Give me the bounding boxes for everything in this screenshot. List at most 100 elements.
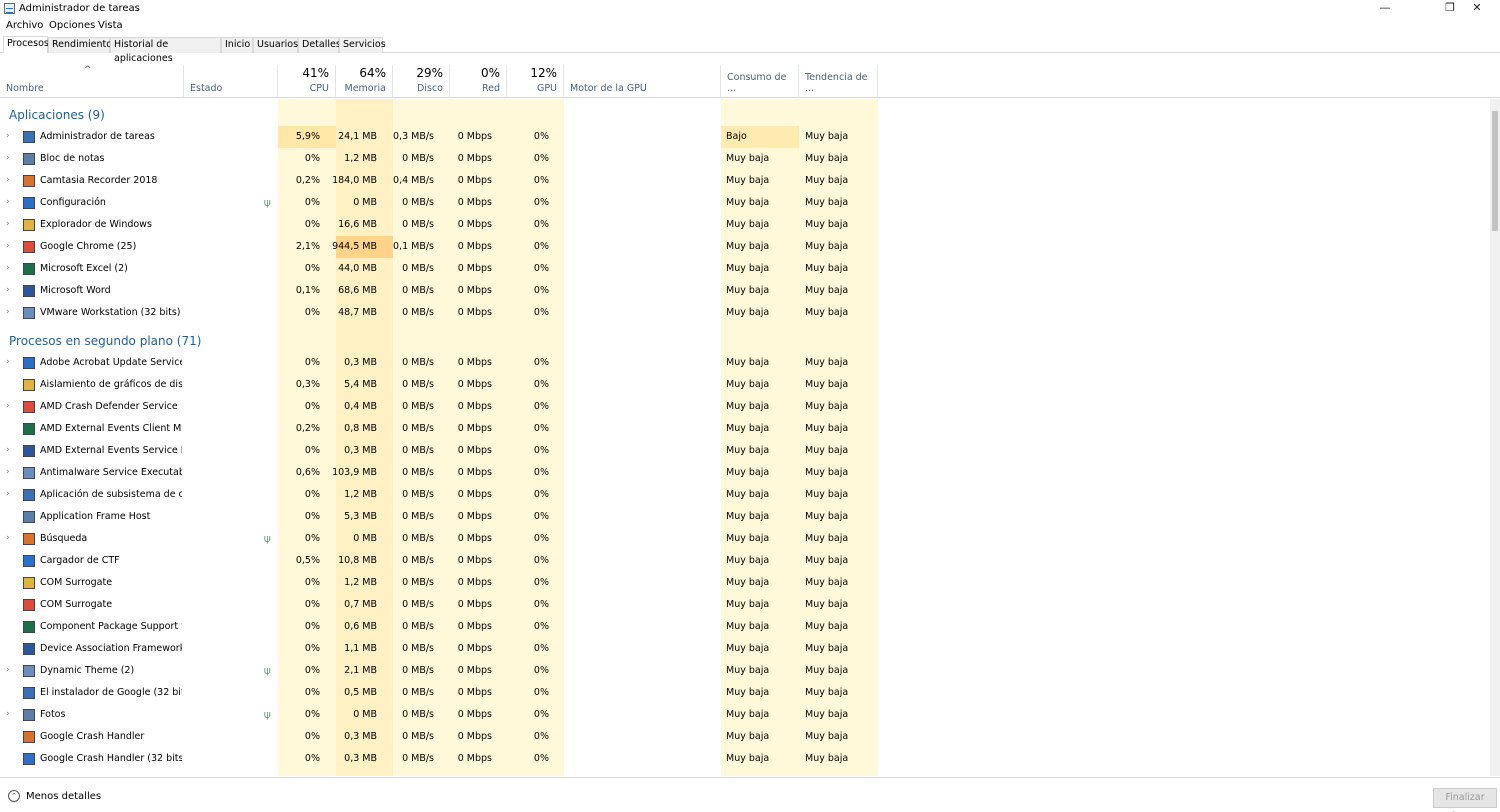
process-row[interactable]: Aislamiento de gráficos de disp... 0,3% 5,… <box>0 374 1490 396</box>
process-row[interactable]: Component Package Support S... 0% 0,6 MB 0 … <box>0 616 1490 638</box>
process-row[interactable]: › Búsqueda ⍦ 0% 0 MB 0 MB/s 0 Mbps 0% Muy baja Mu… <box>0 528 1490 550</box>
process-row[interactable]: › Microsoft Excel (2) 0% 44,0 MB 0 MB/s 0 Mbp… <box>0 258 1490 280</box>
expand-chevron-icon[interactable]: › <box>6 175 10 185</box>
power-trend-value: Muy baja <box>805 307 849 318</box>
disk-value: 0 MB/s <box>402 753 434 764</box>
cpu-value: 0% <box>304 599 320 610</box>
expand-chevron-icon[interactable]: › <box>6 241 10 251</box>
gpu-value: 0% <box>533 401 549 412</box>
process-row[interactable]: AMD External Events Client Mo... 0,2% 0,8 … <box>0 418 1490 440</box>
tab-procesos[interactable]: Procesos <box>3 36 49 53</box>
process-row[interactable]: › Antimalware Service Executable 0,6% 103,9… <box>0 462 1490 484</box>
expand-chevron-icon[interactable]: › <box>6 153 10 163</box>
process-row[interactable]: Application Frame Host 0% 5,3 MB 0 MB/s 0 Mb… <box>0 506 1490 528</box>
process-row[interactable]: › Aplicación de subsistema de cola 0% 1,2 M… <box>0 484 1490 506</box>
process-name: Google Crash Handler <box>40 731 145 742</box>
process-row[interactable]: › Camtasia Recorder 2018 0,2% 184,0 MB 0,4 M… <box>0 170 1490 192</box>
power-value: Bajo <box>726 131 747 142</box>
header-cpu[interactable]: 41% CPU <box>278 65 336 98</box>
expand-chevron-icon[interactable]: › <box>6 709 10 719</box>
memory-value: 0,4 MB <box>344 401 377 412</box>
menu-vista[interactable]: Vista <box>98 20 123 31</box>
gpu-value: 0% <box>533 307 549 318</box>
minimize-button[interactable]: — <box>1362 0 1408 18</box>
expand-chevron-icon[interactable]: › <box>6 307 10 317</box>
process-row[interactable]: El instalador de Google (32 bits) 0% 0,5 M… <box>0 682 1490 704</box>
expand-chevron-icon[interactable]: › <box>6 357 10 367</box>
process-row[interactable]: › Microsoft Word 0,1% 68,6 MB 0 MB/s 0 Mbps 0%… <box>0 280 1490 302</box>
end-task-button[interactable]: Finalizar tarea <box>1433 788 1497 812</box>
header-power[interactable]: Consumo de ... <box>721 65 799 98</box>
close-button[interactable]: ✕ <box>1454 0 1500 18</box>
expand-chevron-icon[interactable]: › <box>6 489 10 499</box>
header-nombre[interactable]: Nombre <box>0 65 184 98</box>
expand-chevron-icon[interactable]: › <box>6 467 10 477</box>
tab-historial[interactable]: Historial de aplicaciones <box>110 37 221 64</box>
expand-chevron-icon[interactable]: › <box>6 131 10 141</box>
process-icon <box>23 379 35 391</box>
expand-chevron-icon[interactable]: › <box>6 533 10 543</box>
process-row[interactable]: › Explorador de Windows 0% 16,6 MB 0 MB/s 0 M… <box>0 214 1490 236</box>
disk-value: 0 MB/s <box>402 307 434 318</box>
tab-usuarios[interactable]: Usuarios <box>253 37 298 53</box>
process-row[interactable]: › Google Chrome (25) 2,1% 944,5 MB 0,1 MB/s 0… <box>0 236 1490 258</box>
disk-value: 0 MB/s <box>402 423 434 434</box>
scrollbar-thumb[interactable] <box>1492 111 1498 231</box>
expand-chevron-icon[interactable]: › <box>6 665 10 675</box>
process-row[interactable]: › VMware Workstation (32 bits) (2) 0% 48,7 … <box>0 302 1490 324</box>
group-aplicaciones[interactable]: Aplicaciones (9) <box>9 108 105 122</box>
tab-detalles[interactable]: Detalles <box>298 37 341 53</box>
process-row[interactable]: Device Association Framework ... 0% 1,1 MB… <box>0 638 1490 660</box>
gpu-value: 0% <box>533 665 549 676</box>
gpu-value: 0% <box>533 445 549 456</box>
header-memoria[interactable]: 64% Memoria <box>336 65 393 98</box>
process-row[interactable]: COM Surrogate 0% 0,7 MB 0 MB/s 0 Mbps 0% Muy b… <box>0 594 1490 616</box>
group-segundo-plano[interactable]: Procesos en segundo plano (71) <box>9 334 201 348</box>
menu-bar: Archivo Opciones Vista <box>0 18 1500 34</box>
expand-chevron-icon[interactable]: › <box>6 219 10 229</box>
less-details-icon[interactable]: ⌃ <box>8 790 20 802</box>
process-row[interactable]: › Fotos ⍦ 0% 0 MB 0 MB/s 0 Mbps 0% Muy baja Muy b… <box>0 704 1490 726</box>
less-details-link[interactable]: Menos detalles <box>26 791 101 802</box>
process-row[interactable]: › Adobe Acrobat Update Service (... 0% 0,3 … <box>0 352 1490 374</box>
process-row[interactable]: › AMD External Events Service M... 0% 0,3 M… <box>0 440 1490 462</box>
header-gpu[interactable]: 12% GPU <box>507 65 564 98</box>
process-row[interactable]: Cargador de CTF 0,5% 10,8 MB 0 MB/s 0 Mbps 0%… <box>0 550 1490 572</box>
menu-archivo[interactable]: Archivo <box>6 20 43 31</box>
tab-rendimiento[interactable]: Rendimiento <box>48 37 112 53</box>
vertical-scrollbar[interactable] <box>1490 99 1500 776</box>
expand-chevron-icon[interactable]: › <box>6 445 10 455</box>
process-icon <box>23 307 35 319</box>
header-cpu-pct: 41% <box>302 66 329 80</box>
tab-inicio[interactable]: Inicio <box>221 37 253 53</box>
expand-chevron-icon[interactable]: › <box>6 263 10 273</box>
process-row[interactable]: › Administrador de tareas 5,9% 24,1 MB 0,3 M… <box>0 126 1490 148</box>
process-row[interactable]: COM Surrogate 0% 1,2 MB 0 MB/s 0 Mbps 0% Muy b… <box>0 572 1490 594</box>
disk-value: 0 MB/s <box>402 709 434 720</box>
expand-chevron-icon[interactable]: › <box>6 197 10 207</box>
tab-servicios[interactable]: Servicios <box>339 37 386 53</box>
header-estado[interactable]: Estado <box>184 65 278 98</box>
menu-opciones[interactable]: Opciones <box>49 20 95 31</box>
header-power-label: Consumo de ... <box>727 72 787 94</box>
process-row[interactable]: › Bloc de notas 0% 1,2 MB 0 MB/s 0 Mbps 0% Muy … <box>0 148 1490 170</box>
memory-value: 5,3 MB <box>344 511 377 522</box>
cpu-value: 0% <box>304 197 320 208</box>
suspended-leaf-icon: ⍦ <box>264 664 271 677</box>
header-red[interactable]: 0% Red <box>450 65 507 98</box>
gpu-value: 0% <box>533 555 549 566</box>
power-value: Muy baja <box>726 665 770 676</box>
disk-value: 0,3 MB/s <box>393 131 434 142</box>
process-row[interactable]: › Configuración ⍦ 0% 0 MB 0 MB/s 0 Mbps 0% Muy b… <box>0 192 1490 214</box>
process-row[interactable]: Google Crash Handler 0% 0,3 MB 0 MB/s 0 Mbps… <box>0 726 1490 748</box>
header-power-trend[interactable]: Tendencia de ... <box>799 65 878 98</box>
header-disco[interactable]: 29% Disco <box>393 65 450 98</box>
process-name: Antimalware Service Executable <box>40 467 182 478</box>
expand-chevron-icon[interactable]: › <box>6 285 10 295</box>
process-row[interactable]: › AMD Crash Defender Service 0% 0,4 MB 0 MB/… <box>0 396 1490 418</box>
process-row[interactable]: › Dynamic Theme (2) ⍦ 0% 2,1 MB 0 MB/s 0 Mbps 0… <box>0 660 1490 682</box>
network-value: 0 Mbps <box>457 285 492 296</box>
header-gpu-engine[interactable]: Motor de la GPU <box>564 65 721 98</box>
expand-chevron-icon[interactable]: › <box>6 401 10 411</box>
process-row[interactable]: Google Crash Handler (32 bits) 0% 0,3 MB 0 … <box>0 748 1490 770</box>
